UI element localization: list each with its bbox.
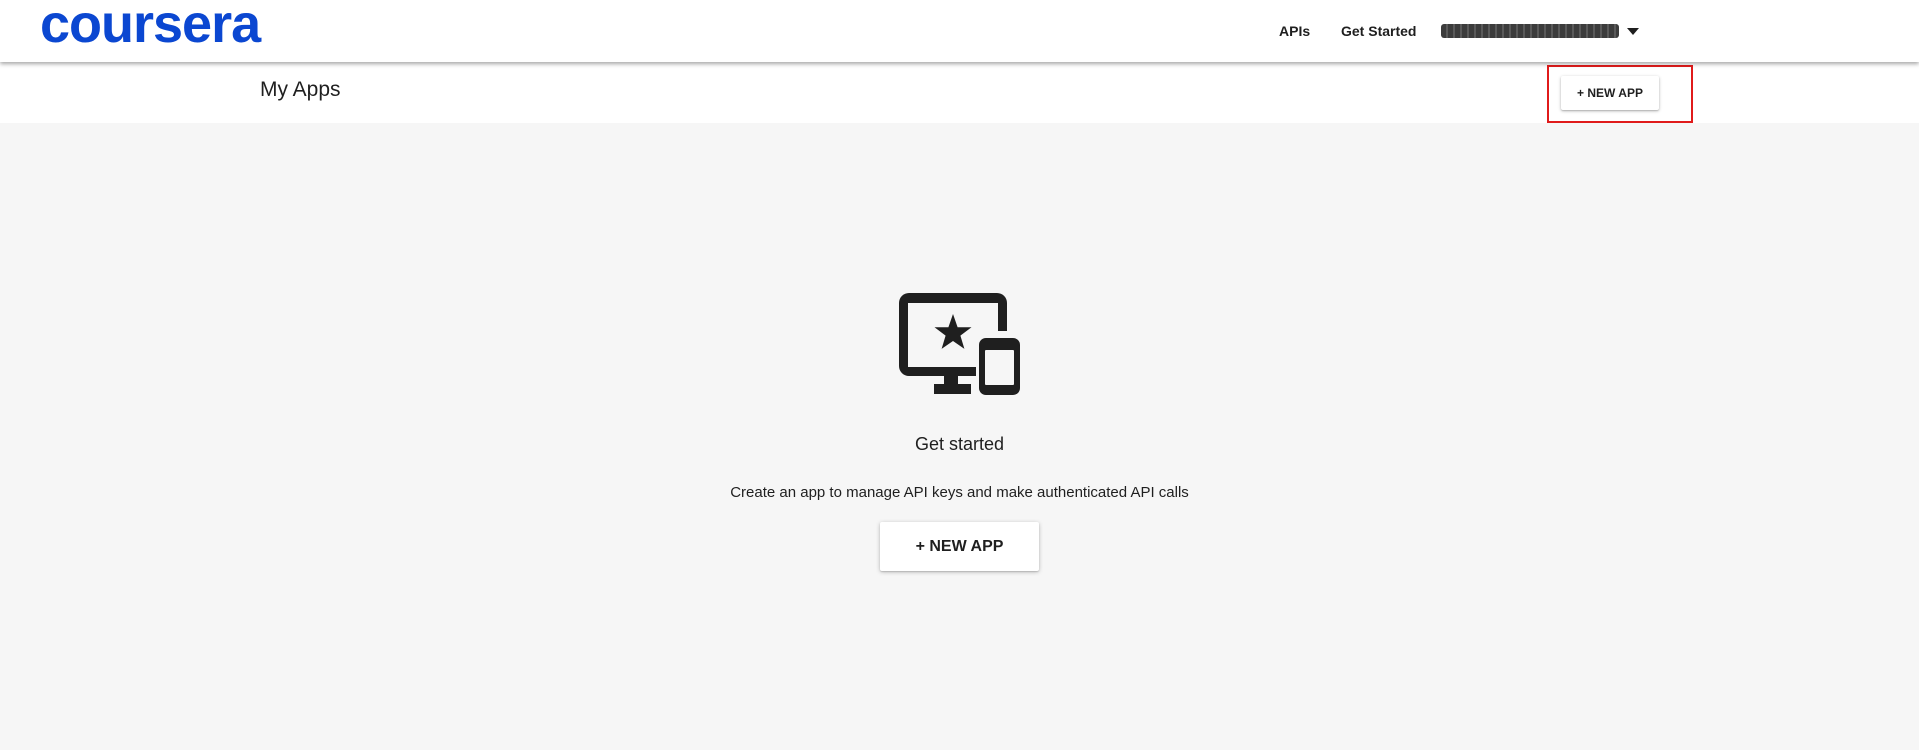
- top-navigation-bar: coursera APIs Get Started ██████████████…: [0, 0, 1919, 62]
- new-app-button-main[interactable]: + NEW APP: [880, 522, 1039, 571]
- monitor-base-shape: [934, 384, 971, 394]
- monitor-neck-shape: [944, 376, 958, 385]
- coursera-wordmark: coursera: [40, 0, 263, 52]
- nav-link-apis[interactable]: APIs: [1279, 23, 1310, 39]
- page-title: My Apps: [260, 78, 341, 101]
- empty-state-description: Create an app to manage API keys and mak…: [730, 484, 1189, 501]
- user-name-redacted: ████████████████████: [1441, 24, 1619, 38]
- empty-state-title: Get started: [914, 434, 1005, 454]
- user-account-menu[interactable]: ████████████████████: [1441, 22, 1639, 40]
- nav-item-apis: APIs: [1279, 0, 1310, 62]
- star-shape: [934, 314, 972, 349]
- coursera-logo[interactable]: coursera: [40, 0, 315, 52]
- desktop-mobile-star-icon: [899, 293, 1020, 395]
- chevron-down-icon: [1627, 27, 1639, 35]
- logo-text: coursera: [40, 0, 262, 52]
- empty-state-panel: Get started Create an app to manage API …: [0, 123, 1919, 750]
- nav-item-get-started: Get Started: [1341, 0, 1416, 62]
- phone-screen-shape: [985, 350, 1014, 385]
- page-subheader: My Apps + NEW APP: [0, 62, 1919, 123]
- nav-link-get-started[interactable]: Get Started: [1341, 23, 1416, 39]
- new-app-button-header[interactable]: + NEW APP: [1561, 76, 1659, 110]
